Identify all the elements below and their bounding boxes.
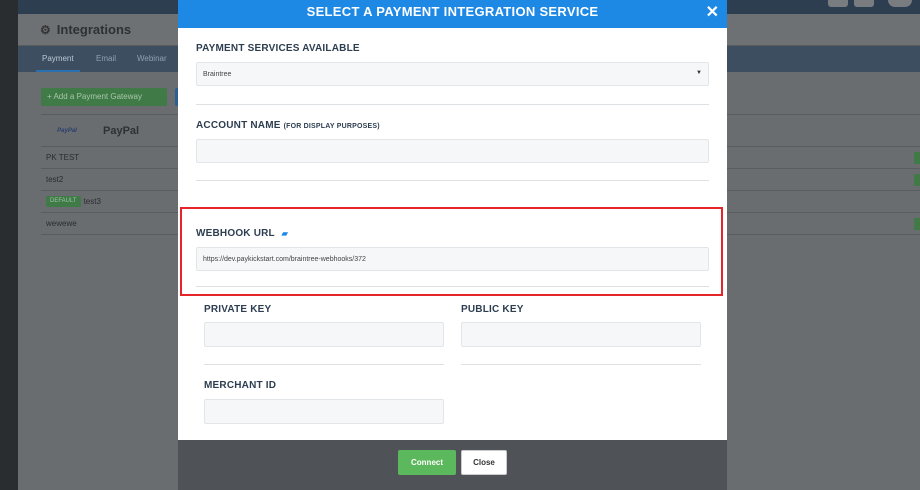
divider bbox=[196, 104, 709, 105]
paypal-logo: PayPal bbox=[57, 127, 77, 134]
account-name-input[interactable] bbox=[196, 139, 709, 163]
row-name: test2 bbox=[46, 174, 64, 184]
private-key-input[interactable] bbox=[204, 322, 444, 347]
public-key-input[interactable] bbox=[461, 322, 701, 347]
selected-service: Braintree bbox=[203, 70, 232, 78]
topbar-button[interactable] bbox=[828, 0, 848, 7]
services-label: PAYMENT SERVICES AVAILABLE bbox=[196, 43, 360, 54]
tab-webinar[interactable]: Webinar bbox=[131, 46, 173, 72]
row-action-button[interactable] bbox=[914, 217, 920, 230]
tab-payment[interactable]: Payment bbox=[36, 46, 80, 72]
divider bbox=[204, 364, 444, 365]
private-key-label: PRIVATE KEY bbox=[204, 304, 272, 315]
row-name: PK TEST bbox=[46, 152, 80, 162]
merchant-id-input[interactable] bbox=[204, 399, 444, 424]
row-action-button[interactable] bbox=[914, 173, 920, 186]
divider bbox=[461, 364, 701, 365]
public-key-label: PUBLIC KEY bbox=[461, 304, 524, 315]
default-badge: DEFAULT bbox=[46, 196, 81, 207]
webhook-highlight-box bbox=[180, 207, 723, 296]
close-button[interactable]: Close bbox=[461, 450, 507, 475]
caret-down-icon: ▼ bbox=[696, 70, 702, 76]
app-sidebar bbox=[0, 0, 18, 490]
modal-footer: Connect Close bbox=[178, 440, 727, 490]
modal-title: SELECT A PAYMENT INTEGRATION SERVICE bbox=[306, 4, 599, 19]
page-title: ⚙ Integrations bbox=[40, 22, 131, 37]
account-name-label-text: ACCOUNT NAME bbox=[196, 120, 281, 131]
connect-button[interactable]: Connect bbox=[398, 450, 456, 475]
topbar-button[interactable] bbox=[854, 0, 874, 7]
row-name: test3 bbox=[83, 196, 101, 206]
gateway-name: PayPal bbox=[103, 124, 140, 137]
row-name: wewewe bbox=[46, 218, 77, 228]
payment-service-select[interactable]: Braintree ▼ bbox=[196, 62, 709, 86]
divider bbox=[196, 180, 709, 181]
add-payment-gateway-button[interactable]: + Add a Payment Gateway bbox=[41, 88, 167, 106]
tab-email[interactable]: Email bbox=[90, 46, 122, 72]
gear-icon: ⚙ bbox=[40, 22, 51, 37]
modal-header: SELECT A PAYMENT INTEGRATION SERVICE ✕ bbox=[178, 0, 727, 28]
row-action-button[interactable] bbox=[914, 151, 920, 164]
close-icon[interactable]: ✕ bbox=[706, 2, 719, 22]
page-title-text: Integrations bbox=[56, 22, 132, 37]
merchant-id-label: MERCHANT ID bbox=[204, 380, 277, 391]
account-name-sublabel: (FOR DISPLAY PURPOSES) bbox=[283, 123, 380, 130]
avatar[interactable] bbox=[888, 0, 912, 7]
account-name-label: ACCOUNT NAME (FOR DISPLAY PURPOSES) bbox=[196, 120, 380, 131]
